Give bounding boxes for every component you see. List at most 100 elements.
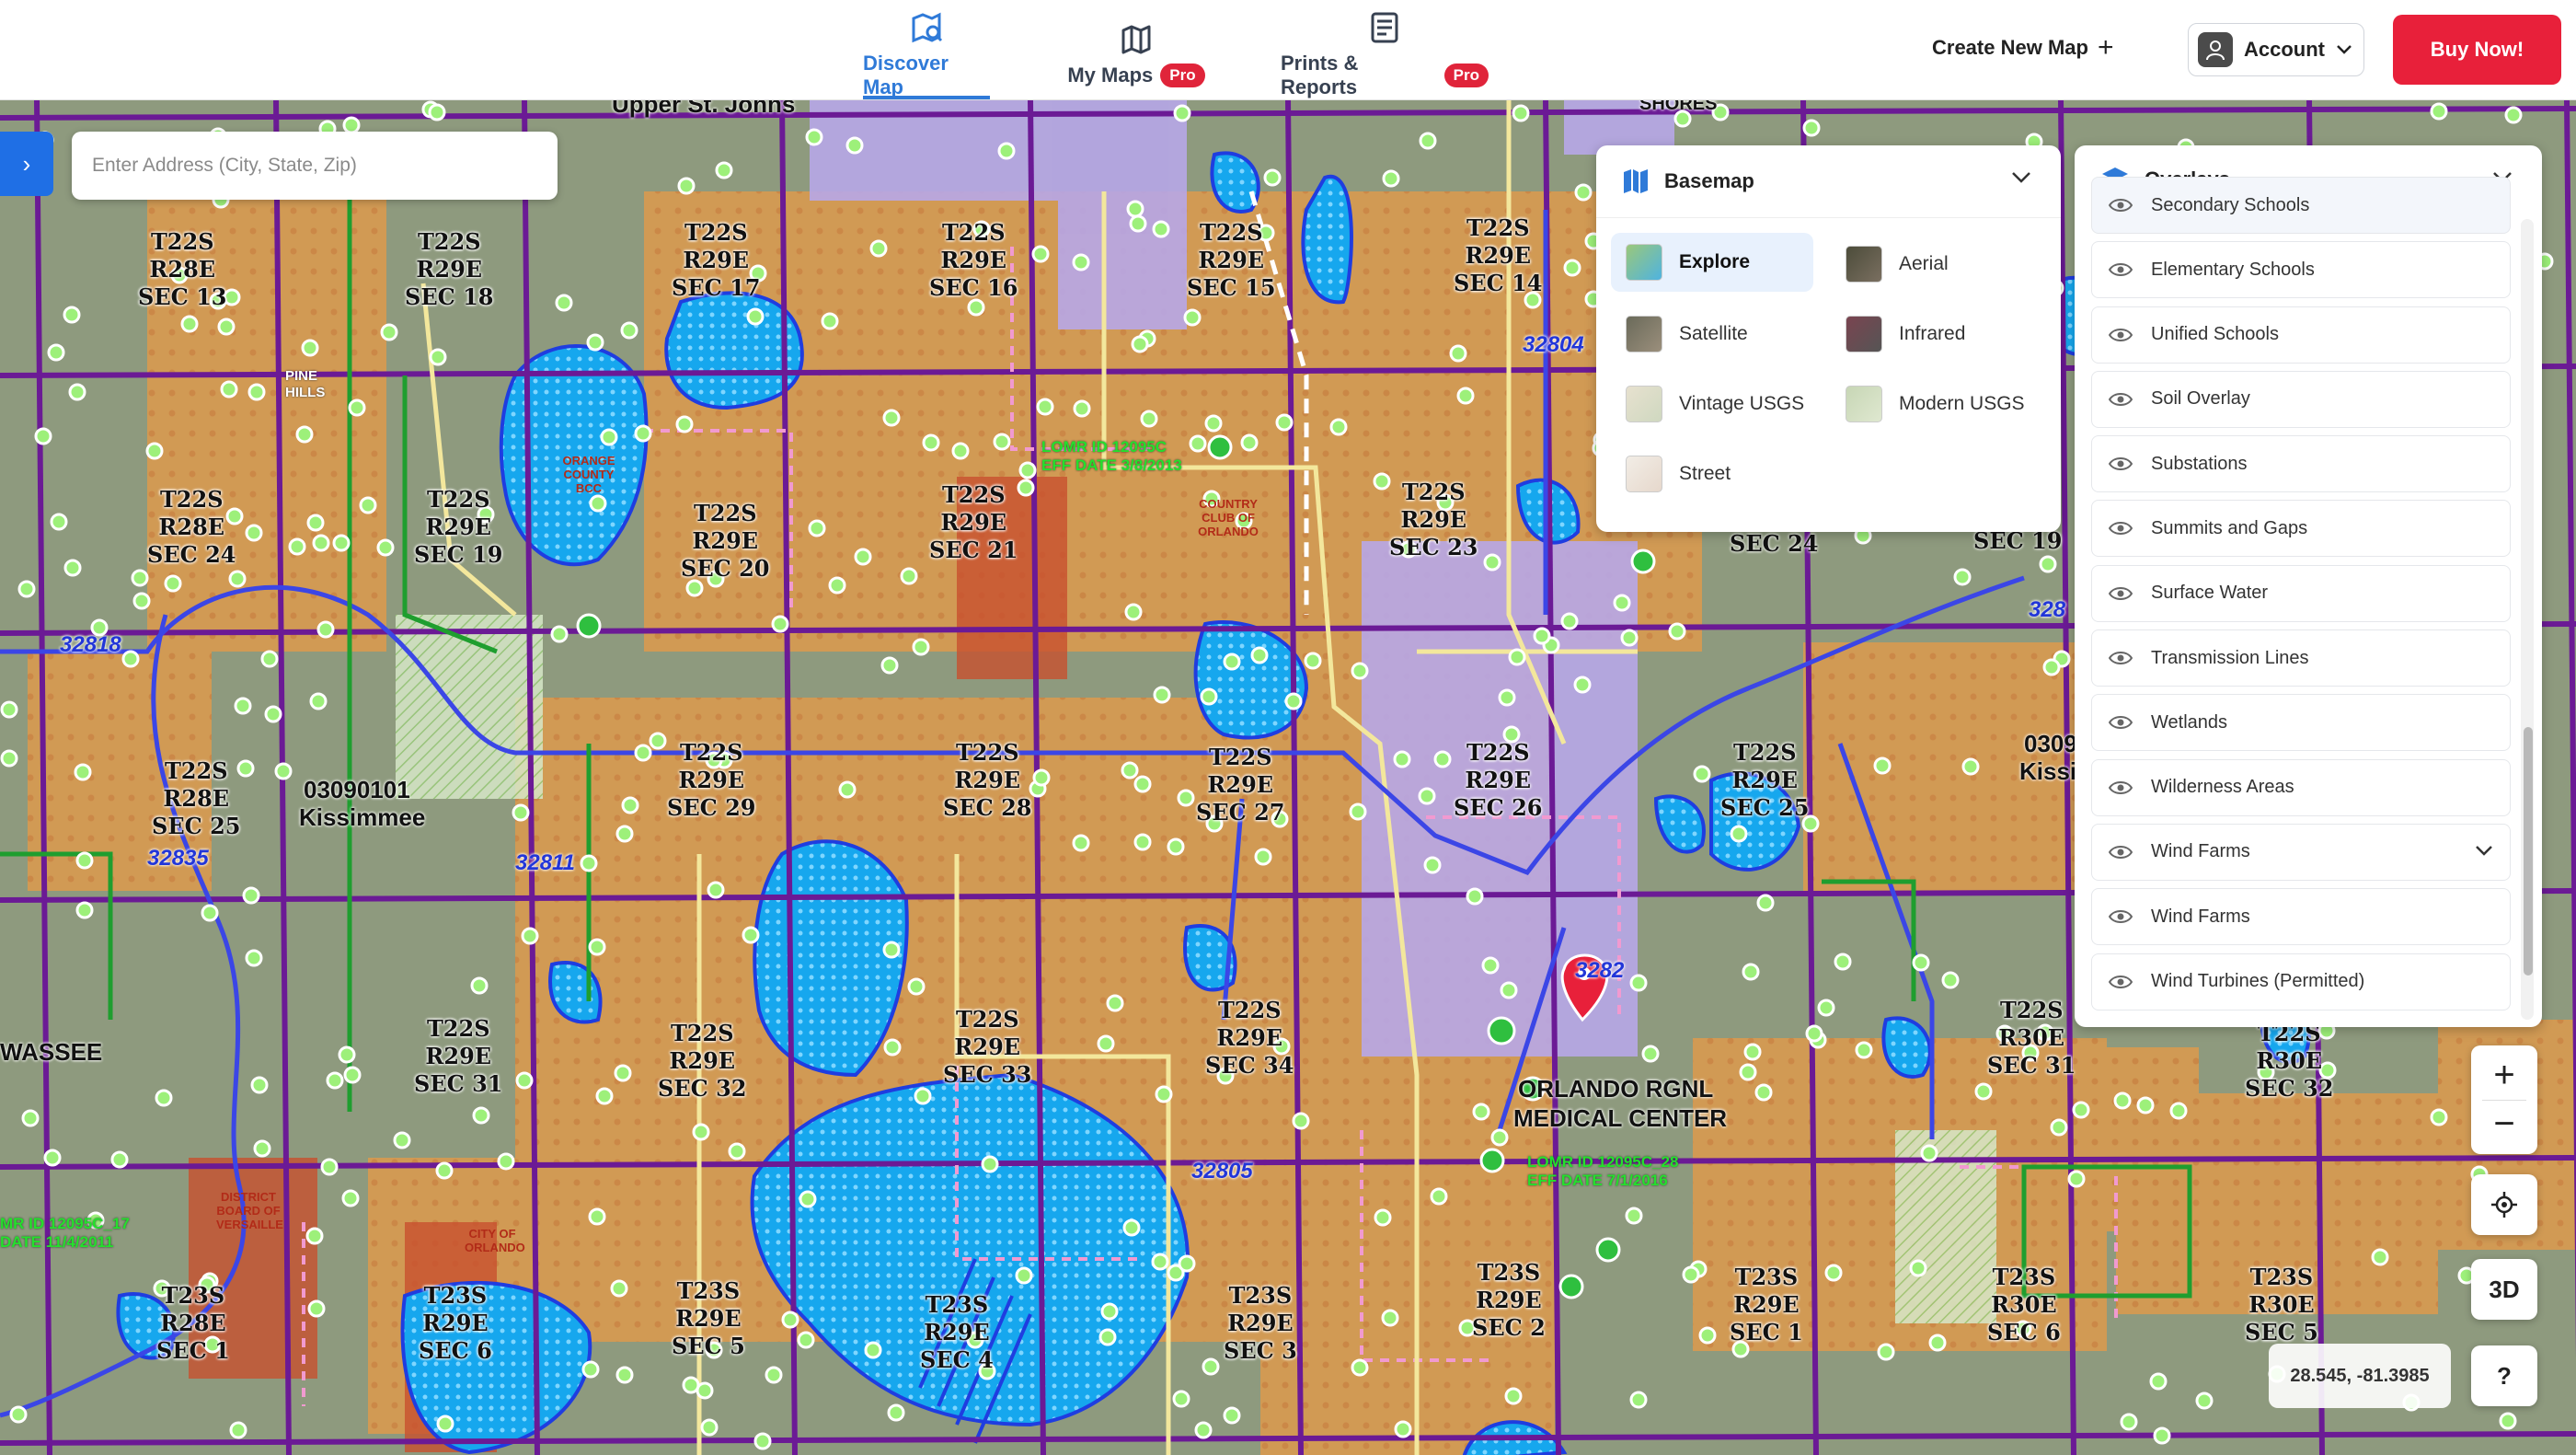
well-dot bbox=[900, 567, 918, 585]
well-dot bbox=[580, 854, 598, 872]
well-dot bbox=[1909, 1259, 1927, 1277]
well-dot bbox=[512, 803, 530, 822]
well-dot bbox=[2430, 1108, 2448, 1126]
overlay-item-summits-and-gaps[interactable]: Summits and Gaps bbox=[2091, 500, 2511, 558]
eye-icon[interactable] bbox=[2109, 585, 2133, 602]
well-dot bbox=[435, 1161, 454, 1180]
well-dot bbox=[997, 142, 1016, 160]
overlay-item-secondary-schools[interactable]: Secondary Schools bbox=[2091, 177, 2511, 234]
overlay-label: Secondary Schools bbox=[2151, 194, 2310, 215]
tab-discover-map[interactable]: Discover Map bbox=[863, 9, 990, 99]
well-dot bbox=[1490, 1128, 1509, 1147]
overlay-item-wind-farms-group[interactable]: Wind Farms bbox=[2091, 823, 2511, 881]
eye-icon[interactable] bbox=[2109, 520, 2133, 537]
well-dot bbox=[250, 1076, 269, 1094]
basemap-option-modern-usgs[interactable]: Modern USGS bbox=[1831, 375, 2042, 433]
well-dot bbox=[882, 409, 901, 427]
well-dot bbox=[2113, 1091, 2132, 1110]
well-dot bbox=[1961, 757, 1980, 776]
well-dot bbox=[1693, 765, 1711, 783]
eye-icon[interactable] bbox=[2109, 650, 2133, 666]
address-search-input[interactable] bbox=[90, 154, 539, 178]
eye-icon[interactable] bbox=[2109, 974, 2133, 990]
chevron-down-icon[interactable] bbox=[2475, 845, 2493, 857]
account-label: Account bbox=[2244, 38, 2325, 61]
overlay-item-wind-turbines-permitted[interactable]: Wind Turbines (Permitted) bbox=[2091, 953, 2511, 1010]
well-dot bbox=[610, 1279, 628, 1298]
well-dot bbox=[742, 926, 760, 944]
basemap-option-street[interactable]: Street bbox=[1611, 445, 1813, 503]
well-dot bbox=[428, 103, 446, 121]
well-dot bbox=[131, 569, 149, 587]
eye-icon[interactable] bbox=[2109, 779, 2133, 796]
basemap-option-vintage-usgs[interactable]: Vintage USGS bbox=[1611, 375, 1823, 433]
overlay-item-wind-farms[interactable]: Wind Farms bbox=[2091, 888, 2511, 946]
tab-label: Prints & Reports bbox=[1281, 52, 1359, 98]
well-dot bbox=[1668, 622, 1686, 641]
well-dot bbox=[1802, 119, 1821, 137]
well-dot bbox=[338, 1045, 356, 1064]
well-dot bbox=[132, 592, 151, 610]
overlays-scroll-thumb[interactable] bbox=[2524, 727, 2533, 976]
locate-me-button[interactable] bbox=[2471, 1174, 2537, 1235]
eye-icon[interactable] bbox=[2109, 456, 2133, 472]
well-dot bbox=[864, 1341, 882, 1359]
eye-icon[interactable] bbox=[2109, 908, 2133, 925]
create-new-map-button[interactable]: Create New Map + bbox=[1932, 28, 2113, 68]
overlay-item-elementary-schools[interactable]: Elementary Schools bbox=[2091, 241, 2511, 299]
well-dot bbox=[808, 519, 826, 537]
well-dot bbox=[1873, 756, 1892, 775]
sidebar-toggle-button[interactable]: › bbox=[0, 132, 53, 196]
place-label: SEC 24 bbox=[1730, 530, 1819, 557]
well-dot bbox=[1349, 803, 1367, 821]
eye-icon[interactable] bbox=[2109, 714, 2133, 731]
overlay-label: Wind Farms bbox=[2151, 841, 2250, 862]
well-dot bbox=[1508, 648, 1526, 666]
chevron-down-icon[interactable] bbox=[2011, 171, 2031, 184]
well-dot bbox=[1817, 999, 1835, 1017]
well-dot bbox=[515, 1071, 534, 1090]
section-label: T22S R29E SEC 27 bbox=[1196, 744, 1285, 826]
well-dot bbox=[951, 442, 970, 460]
overlay-item-substations[interactable]: Substations bbox=[2091, 435, 2511, 493]
basemap-option-satellite[interactable]: Satellite bbox=[1611, 305, 1813, 364]
overlay-item-unified-schools[interactable]: Unified Schools bbox=[2091, 306, 2511, 364]
well-dot bbox=[1133, 775, 1152, 793]
tab-prints-reports[interactable]: Prints & Reports Pro bbox=[1281, 9, 1489, 99]
overlay-item-wilderness-areas[interactable]: Wilderness Areas bbox=[2091, 758, 2511, 816]
basemap-option-explore[interactable]: Explore bbox=[1611, 233, 1813, 292]
eye-icon[interactable] bbox=[2109, 197, 2133, 214]
help-button[interactable]: ? bbox=[2471, 1345, 2537, 1406]
basemap-option-label: Vintage USGS bbox=[1679, 393, 1805, 414]
eye-icon[interactable] bbox=[2109, 391, 2133, 408]
overlay-label: Wind Turbines (Permitted) bbox=[2151, 971, 2365, 992]
well-dot bbox=[675, 415, 694, 433]
tab-my-maps[interactable]: My Maps Pro bbox=[1067, 9, 1205, 99]
section-label: T22S R29E SEC 17 bbox=[672, 219, 761, 301]
basemap-panel-header[interactable]: Basemap bbox=[1596, 145, 2061, 218]
overlay-item-wetlands[interactable]: Wetlands bbox=[2091, 694, 2511, 752]
overlay-item-transmission-lines[interactable]: Transmission Lines bbox=[2091, 629, 2511, 687]
well-dot bbox=[1563, 259, 1581, 277]
basemap-option-label: Explore bbox=[1679, 251, 1751, 272]
well-dot bbox=[2504, 106, 2523, 124]
three-d-toggle-button[interactable]: 3D bbox=[2471, 1259, 2537, 1320]
basemap-option-aerial[interactable]: Aerial bbox=[1831, 235, 2042, 294]
well-dot bbox=[1304, 652, 1322, 670]
well-dot bbox=[967, 298, 985, 317]
eye-icon[interactable] bbox=[2109, 327, 2133, 343]
well-dot bbox=[1953, 568, 1972, 586]
well-dot bbox=[1131, 335, 1149, 353]
basemap-option-infrared[interactable]: Infrared bbox=[1831, 305, 2042, 364]
account-button[interactable]: Account bbox=[2188, 23, 2364, 76]
eye-icon[interactable] bbox=[2109, 261, 2133, 278]
buy-now-button[interactable]: Buy Now! bbox=[2393, 15, 2561, 85]
overlay-item-soil-overlay[interactable]: Soil Overlay bbox=[2091, 370, 2511, 428]
well-dot bbox=[234, 697, 252, 715]
well-dot bbox=[110, 1150, 129, 1169]
eye-icon[interactable] bbox=[2109, 844, 2133, 860]
zoom-in-button[interactable]: + bbox=[2493, 1052, 2514, 1100]
zoom-out-button[interactable]: − bbox=[2493, 1101, 2514, 1149]
overlay-item-surface-water[interactable]: Surface Water bbox=[2091, 564, 2511, 622]
well-dot bbox=[907, 977, 926, 996]
